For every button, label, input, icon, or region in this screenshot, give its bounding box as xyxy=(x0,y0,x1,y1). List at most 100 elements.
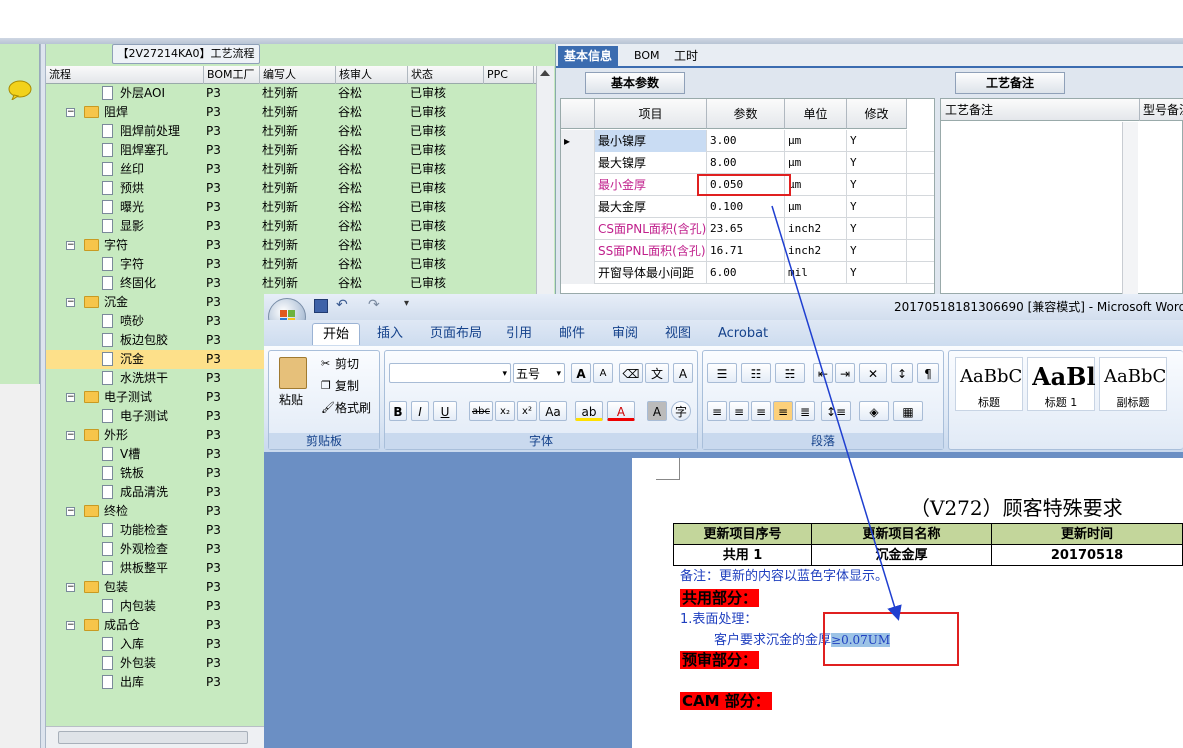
grid-cell-unit[interactable]: inch2 xyxy=(785,218,847,240)
ribbon-tab-acrobat[interactable]: Acrobat xyxy=(708,323,778,345)
notes-col-process[interactable]: 工艺备注 xyxy=(945,99,993,121)
shading-icon[interactable]: ◈ xyxy=(859,401,889,421)
numbering-icon[interactable]: ☷ xyxy=(741,363,771,383)
grid-col-unit[interactable]: 单位 xyxy=(785,99,847,129)
copy-button[interactable]: 复制 xyxy=(335,377,359,395)
strikethrough-icon[interactable]: abc xyxy=(469,401,493,421)
grid-cell-value[interactable]: 23.65 xyxy=(707,218,785,240)
tree-row[interactable]: 外层AOI P3 杜列新 谷松 已审核 xyxy=(46,84,536,103)
grid-cell-value[interactable]: 16.71 xyxy=(707,240,785,262)
font-size-select[interactable]: 五号 ▾ xyxy=(513,363,565,383)
tree-row[interactable]: 丝印 P3 杜列新 谷松 已审核 xyxy=(46,160,536,179)
char-border-icon[interactable]: A xyxy=(673,363,693,383)
italic-icon[interactable]: I xyxy=(411,401,429,421)
align-right-icon[interactable]: ≡ xyxy=(751,401,771,421)
style-subtitle[interactable]: AaBbC 副标题 xyxy=(1099,357,1167,411)
tree-row[interactable]: 终固化 P3 杜列新 谷松 已审核 xyxy=(46,274,536,293)
grid-row[interactable]: SS面PNL面积(含孔) 16.71 inch2 Y xyxy=(561,240,934,262)
grid-cell-unit[interactable]: μm xyxy=(785,174,847,196)
grid-col-value[interactable]: 参数 xyxy=(707,99,785,129)
col-reviewer[interactable]: 核审人 xyxy=(336,66,408,84)
col-ppc[interactable]: PPC xyxy=(484,66,534,84)
col-process[interactable]: 流程 xyxy=(46,66,204,84)
highlight-icon[interactable]: ab xyxy=(575,401,603,421)
chat-bubble-icon[interactable] xyxy=(8,80,32,100)
grid-cell-edit[interactable]: Y xyxy=(847,196,907,218)
undo-icon[interactable]: ↶ xyxy=(336,297,348,313)
tree-row[interactable]: − 字符 P3 杜列新 谷松 已审核 xyxy=(46,236,536,255)
format-painter-icon[interactable]: 🖌 xyxy=(321,399,335,417)
shrink-font-icon[interactable]: A xyxy=(593,363,613,383)
subscript-icon[interactable]: x₂ xyxy=(495,401,515,421)
grid-cell-edit[interactable]: Y xyxy=(847,240,907,262)
grid-cell-unit[interactable]: mil xyxy=(785,262,847,284)
ribbon-tab-layout[interactable]: 页面布局 xyxy=(420,323,492,345)
sort-icon[interactable]: ↕ xyxy=(891,363,913,383)
increase-indent-icon[interactable]: ⇥ xyxy=(835,363,855,383)
font-color-icon[interactable]: A xyxy=(607,401,635,421)
col-status[interactable]: 状态 xyxy=(408,66,484,84)
font-name-select[interactable]: ▾ xyxy=(389,363,511,383)
line-spacing-icon[interactable]: ↕≡ xyxy=(821,401,851,421)
phonetic-guide-icon[interactable]: 文 xyxy=(645,363,669,383)
grid-row[interactable]: CS面PNL面积(含孔) 23.65 inch2 Y xyxy=(561,218,934,240)
char-shading-icon[interactable]: A xyxy=(647,401,667,421)
tree-row[interactable]: 字符 P3 杜列新 谷松 已审核 xyxy=(46,255,536,274)
tab-process-notes[interactable]: 工艺备注 xyxy=(955,72,1065,94)
tree-row[interactable]: 预烘 P3 杜列新 谷松 已审核 xyxy=(46,179,536,198)
format-painter-button[interactable]: 格式刷 xyxy=(335,399,371,417)
grid-cell-unit[interactable]: μm xyxy=(785,196,847,218)
paste-button[interactable]: 粘贴 xyxy=(279,391,303,409)
col-bom-plant[interactable]: BOM工厂 xyxy=(204,66,260,84)
grid-cell-value[interactable]: 8.00 xyxy=(707,152,785,174)
save-icon[interactable] xyxy=(314,299,328,313)
tree-row[interactable]: 曝光 P3 杜列新 谷松 已审核 xyxy=(46,198,536,217)
grid-col-edit[interactable]: 修改 xyxy=(847,99,907,129)
grid-col-item[interactable]: 项目 xyxy=(595,99,707,129)
scissors-icon[interactable]: ✂ xyxy=(321,355,330,373)
ribbon-tab-view[interactable]: 视图 xyxy=(655,323,701,345)
bold-icon[interactable]: B xyxy=(389,401,407,421)
grid-cell-edit[interactable]: Y xyxy=(847,152,907,174)
scroll-up-arrow-icon[interactable] xyxy=(540,70,550,76)
ribbon-tab-home[interactable]: 开始 xyxy=(312,323,361,345)
bullets-icon[interactable]: ☰ xyxy=(707,363,737,383)
redo-icon[interactable]: ↷ xyxy=(368,297,380,313)
grid-cell-value[interactable]: 6.00 xyxy=(707,262,785,284)
grid-row[interactable]: ▸ 最小镍厚 3.00 μm Y xyxy=(561,130,934,152)
cut-button[interactable]: 剪切 xyxy=(335,355,359,373)
superscript-icon[interactable]: x² xyxy=(517,401,537,421)
asian-layout-icon[interactable]: ✕ xyxy=(859,363,887,383)
collapse-toggle-icon[interactable]: − xyxy=(66,241,75,250)
collapse-toggle-icon[interactable]: − xyxy=(66,431,75,440)
underline-icon[interactable]: U xyxy=(433,401,457,421)
enclose-char-icon[interactable]: 字 xyxy=(671,401,691,421)
tree-row[interactable]: 阻焊塞孔 P3 杜列新 谷松 已审核 xyxy=(46,141,536,160)
quick-access-dropdown-icon[interactable]: ▾ xyxy=(404,298,409,309)
ribbon-tab-insert[interactable]: 插入 xyxy=(367,323,413,345)
grid-row[interactable]: 最大金厚 0.100 μm Y xyxy=(561,196,934,218)
decrease-indent-icon[interactable]: ⇤ xyxy=(813,363,833,383)
tree-row[interactable]: 阻焊前处理 P3 杜列新 谷松 已审核 xyxy=(46,122,536,141)
tree-row[interactable]: − 阻焊 P3 杜列新 谷松 已审核 xyxy=(46,103,536,122)
collapse-toggle-icon[interactable]: − xyxy=(66,393,75,402)
grid-row[interactable]: 最大镍厚 8.00 μm Y xyxy=(561,152,934,174)
copy-icon[interactable]: ❐ xyxy=(321,377,331,395)
align-center-icon[interactable]: ≡ xyxy=(729,401,749,421)
grid-cell-unit[interactable]: μm xyxy=(785,152,847,174)
collapse-toggle-icon[interactable]: − xyxy=(66,583,75,592)
paste-icon[interactable] xyxy=(279,357,307,389)
style-title[interactable]: AaBbC 标题 xyxy=(955,357,1023,411)
borders-icon[interactable]: ▦ xyxy=(893,401,923,421)
grid-cell-unit[interactable]: μm xyxy=(785,130,847,152)
grid-cell-edit[interactable]: Y xyxy=(847,130,907,152)
grow-font-icon[interactable]: A xyxy=(571,363,591,383)
tab-work-hours[interactable]: 工时 xyxy=(668,46,704,68)
collapse-toggle-icon[interactable]: − xyxy=(66,108,75,117)
tree-row[interactable]: 显影 P3 杜列新 谷松 已审核 xyxy=(46,217,536,236)
grid-cell-edit[interactable]: Y xyxy=(847,218,907,240)
distribute-icon[interactable]: ≣ xyxy=(795,401,815,421)
grid-cell-value[interactable]: 3.00 xyxy=(707,130,785,152)
collapse-toggle-icon[interactable]: − xyxy=(66,298,75,307)
tree-horizontal-scrollbar[interactable] xyxy=(46,726,264,748)
